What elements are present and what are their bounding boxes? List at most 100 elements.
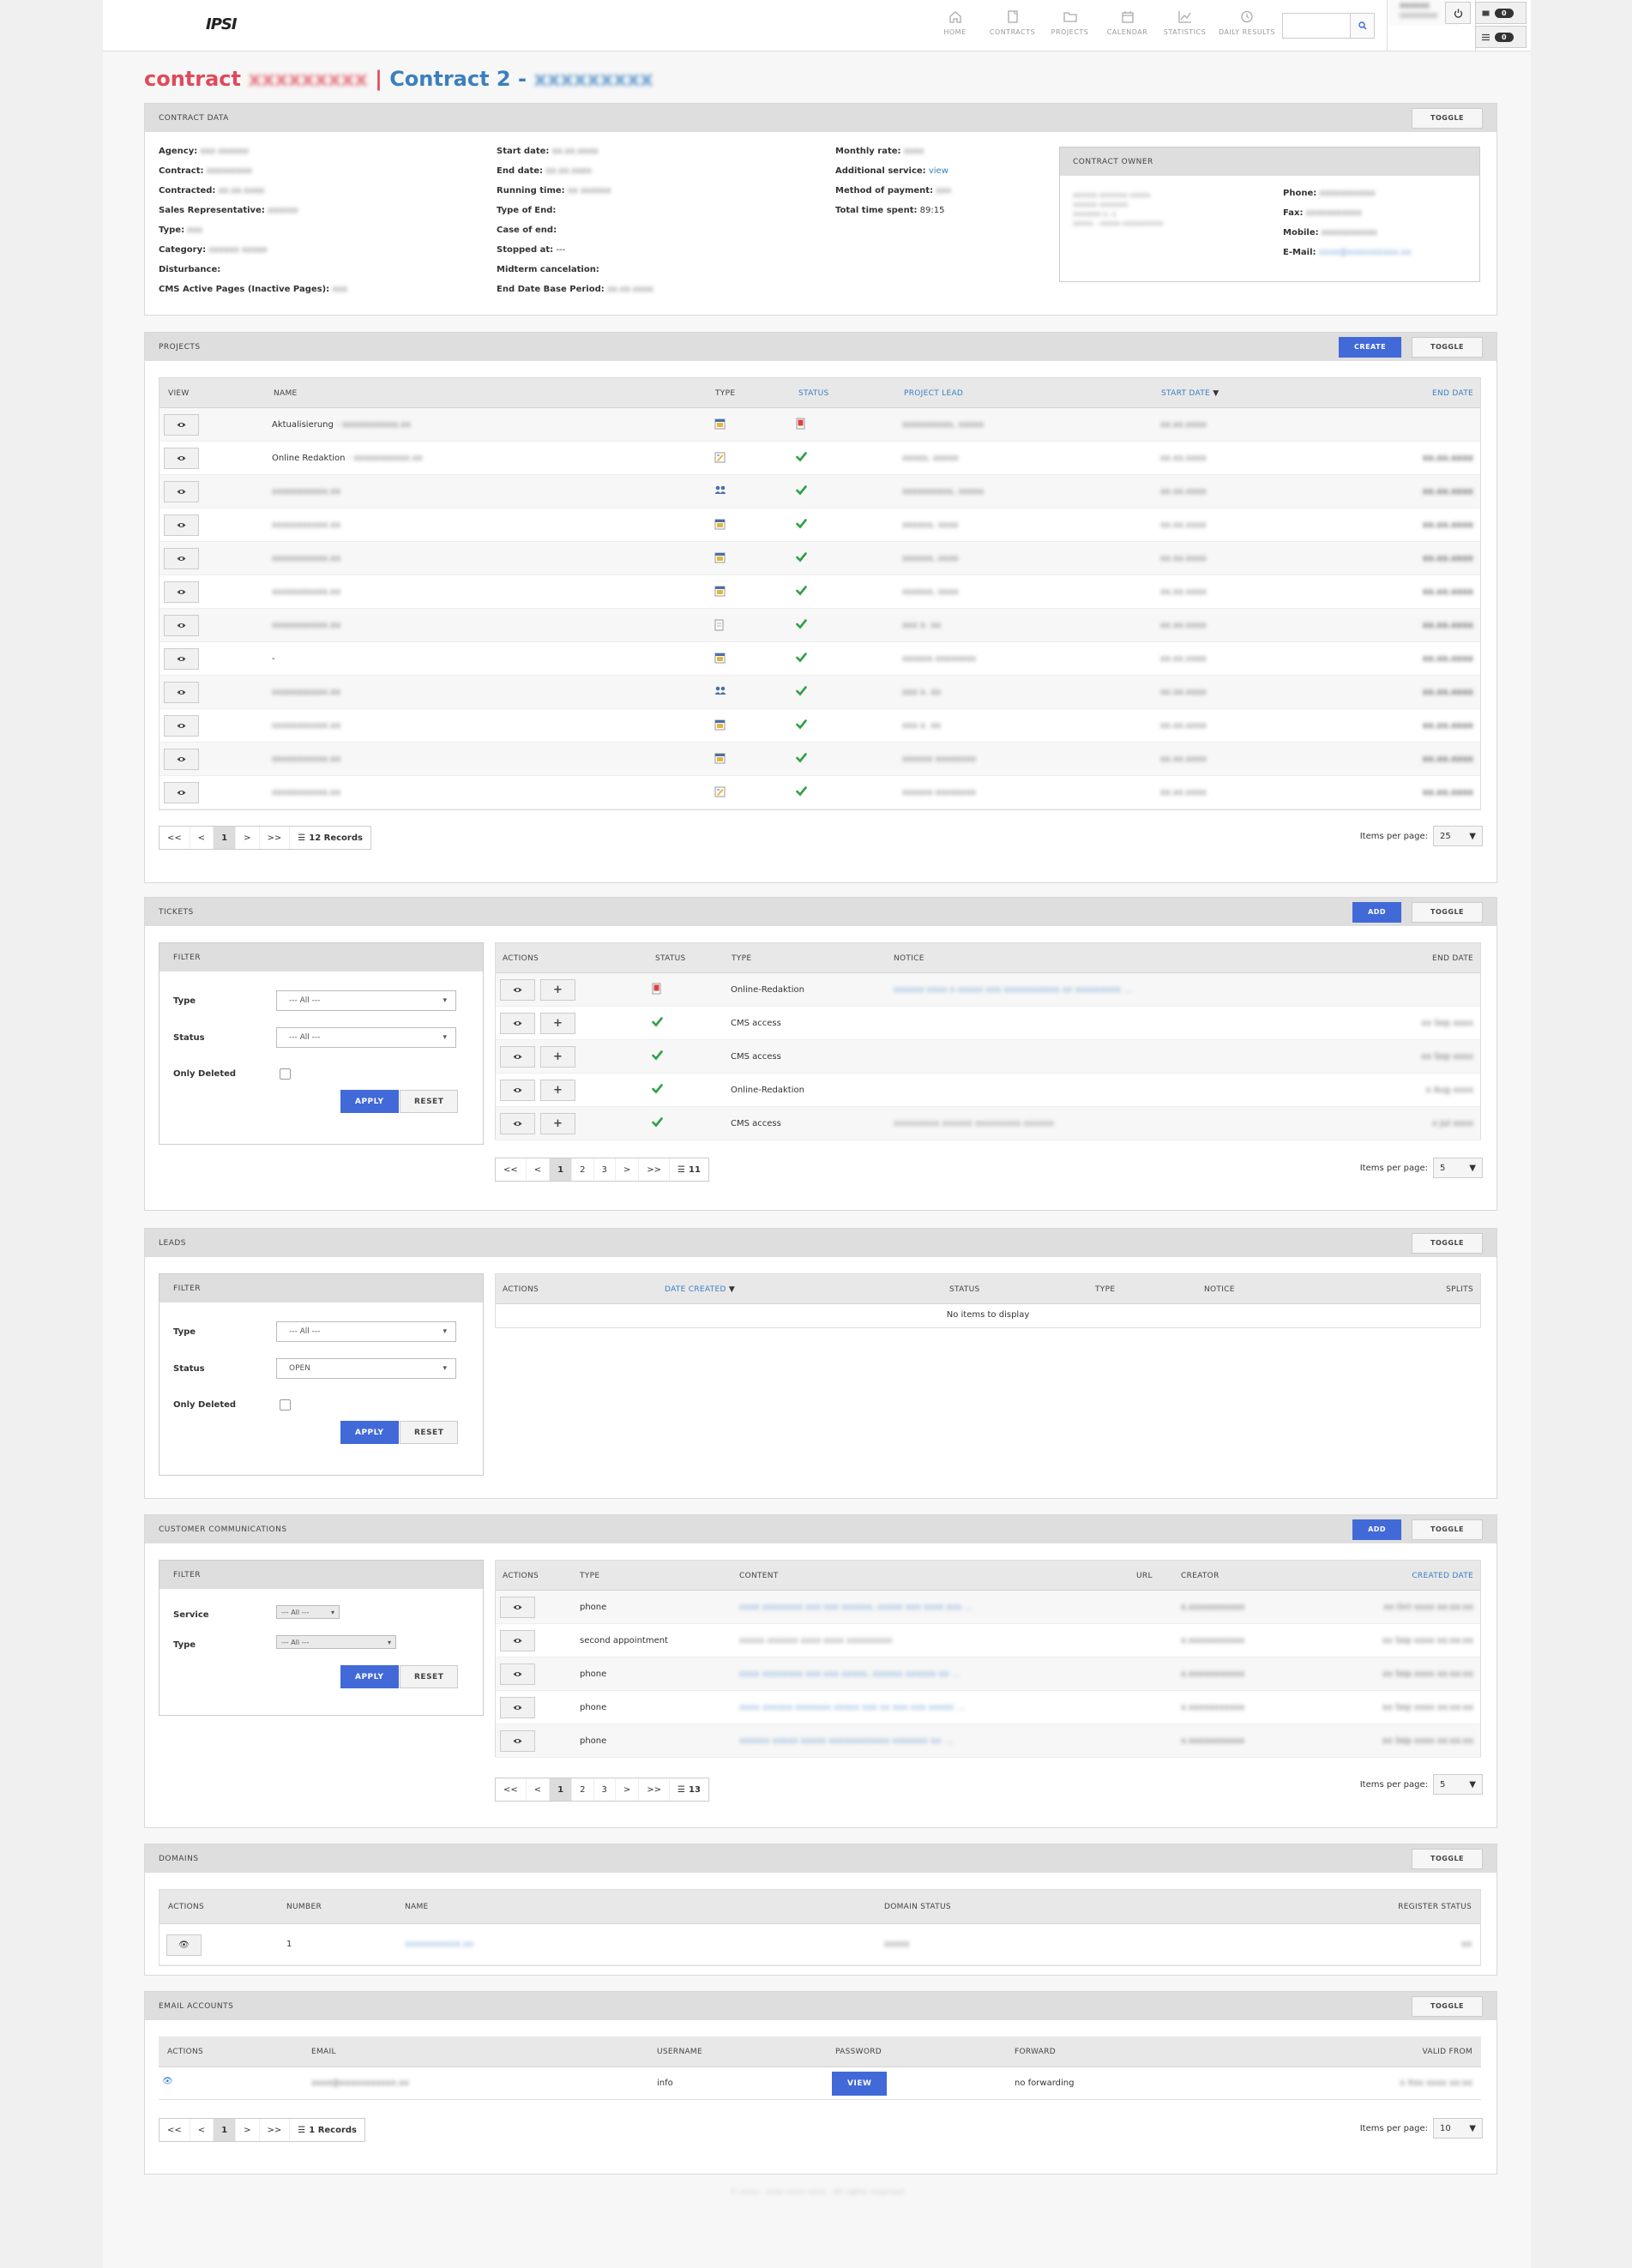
pager-next[interactable]: > — [236, 827, 260, 849]
view-button[interactable] — [164, 414, 199, 436]
service-select[interactable]: --- All --- ▾ — [276, 1605, 340, 1619]
pager-prev[interactable]: < — [190, 2119, 214, 2141]
pager-first[interactable]: << — [496, 1158, 527, 1181]
project-name[interactable]: xxxxxxxxxxx.xx — [272, 688, 340, 697]
view-button[interactable] — [500, 1730, 535, 1752]
only-deleted-checkbox[interactable] — [280, 1068, 291, 1080]
pager-next[interactable]: > — [616, 1158, 640, 1181]
view-button[interactable] — [500, 1046, 535, 1068]
pager-last[interactable]: >> — [639, 1778, 671, 1801]
view-button[interactable] — [500, 1080, 535, 1101]
project-name[interactable]: xxxxxxxxxxx.xx — [272, 587, 340, 597]
items-per-page-select[interactable]: 10 ▼ — [1433, 2118, 1483, 2139]
view-button[interactable] — [164, 648, 199, 670]
toggle-button[interactable]: TOGGLE — [1412, 1848, 1483, 1869]
add-button[interactable]: + — [540, 1113, 575, 1134]
view-button[interactable] — [164, 581, 199, 603]
pager-page-2[interactable]: 2 — [572, 1778, 594, 1801]
view-button[interactable] — [164, 615, 199, 636]
comm-content[interactable]: xxxx xxxxxx xxxxxxx xxxxx xxx xx xxx xxx… — [739, 1703, 965, 1712]
pager-prev[interactable]: < — [527, 1778, 551, 1801]
reset-button[interactable]: RESET — [400, 1665, 459, 1688]
nav-statistics[interactable]: STATISTICS — [1156, 9, 1213, 45]
tasks-button[interactable]: 0 — [1475, 26, 1527, 48]
nav-calendar[interactable]: CALENDAR — [1099, 9, 1156, 45]
view-button[interactable] — [500, 1630, 535, 1651]
toggle-button[interactable]: TOGGLE — [1412, 1995, 1483, 2017]
search-input[interactable] — [1282, 13, 1351, 39]
status-select[interactable]: --- All --- ▾ — [276, 1027, 456, 1048]
col-project-lead[interactable]: PROJECT LEAD — [904, 389, 963, 398]
apply-button[interactable]: APPLY — [340, 1421, 399, 1444]
pager-page-3[interactable]: 3 — [594, 1778, 616, 1801]
comm-content[interactable]: xxxx xxxxxxxx xxx xxx xxxxx, xxxxxx xxxx… — [739, 1669, 960, 1679]
pager-prev[interactable]: < — [527, 1158, 551, 1181]
comm-content[interactable]: xxxx xxxxxxxx xxx xxx xxxxxx, xxxxx xxx … — [739, 1603, 973, 1612]
reset-button[interactable]: RESET — [400, 1421, 459, 1444]
project-name[interactable]: xxxxxxxxxxx.xx — [272, 755, 340, 764]
view-email-icon[interactable]: 👁 — [162, 2077, 173, 2086]
field-value[interactable]: view — [929, 166, 948, 176]
view-button[interactable] — [164, 481, 199, 502]
pager-prev[interactable]: < — [190, 827, 214, 849]
view-button[interactable] — [500, 1113, 535, 1134]
view-button[interactable] — [500, 1597, 535, 1618]
items-per-page-select[interactable]: 25 ▼ — [1433, 826, 1483, 846]
notifications-button[interactable]: 0 — [1475, 2, 1527, 24]
pager-page-1[interactable]: 1 — [550, 1778, 573, 1801]
view-button[interactable] — [164, 782, 199, 803]
view-button[interactable] — [164, 715, 199, 737]
pager-page-1[interactable]: 1 — [550, 1158, 573, 1181]
view-button[interactable] — [164, 749, 199, 770]
toggle-button[interactable]: TOGGLE — [1412, 1519, 1483, 1540]
type-select[interactable]: --- All --- ▾ — [276, 990, 456, 1011]
field-value[interactable]: xxxx@xxxxxxxxxx.xx — [1319, 248, 1412, 257]
project-name[interactable]: - — [272, 654, 275, 664]
project-name[interactable]: xxxxxxxxxxx.xx — [272, 788, 340, 797]
view-button[interactable] — [164, 514, 199, 536]
add-button[interactable]: + — [540, 1013, 575, 1034]
pager-next[interactable]: > — [236, 2119, 260, 2141]
pager-last[interactable]: >> — [639, 1158, 671, 1181]
project-name[interactable]: xxxxxxxxxxx.xx — [272, 721, 340, 731]
col-start-date[interactable]: START DATE ▼ — [1161, 389, 1219, 398]
pager-last[interactable]: >> — [260, 827, 291, 849]
items-per-page-select[interactable]: 5 ▼ — [1433, 1158, 1483, 1178]
type-select[interactable]: --- All --- ▾ — [276, 1321, 456, 1342]
apply-button[interactable]: APPLY — [340, 1665, 399, 1688]
pager-page-3[interactable]: 3 — [594, 1158, 616, 1181]
pager-next[interactable]: > — [616, 1778, 640, 1801]
project-name[interactable]: xxxxxxxxxxx.xx — [272, 487, 340, 496]
project-name[interactable]: xxxxxxxxxxx.xx — [272, 520, 340, 530]
view-button[interactable] — [164, 448, 199, 469]
nav-projects[interactable]: PROJECTS — [1041, 9, 1099, 45]
pager-page-1[interactable]: 1 — [214, 827, 237, 849]
type-select[interactable]: --- All --- ▾ — [276, 1635, 396, 1649]
view-button[interactable] — [164, 548, 199, 569]
search-button[interactable] — [1351, 13, 1375, 39]
view-button[interactable] — [500, 1013, 535, 1034]
col-status[interactable]: STATUS — [798, 389, 829, 398]
items-per-page-select[interactable]: 5 ▼ — [1433, 1774, 1483, 1795]
pager-first[interactable]: << — [160, 827, 190, 849]
create-project-button[interactable]: CREATE — [1339, 336, 1402, 358]
add-ticket-button[interactable]: ADD — [1352, 901, 1402, 923]
toggle-button[interactable]: TOGGLE — [1412, 901, 1483, 923]
pager-first[interactable]: << — [160, 2119, 190, 2141]
comm-content[interactable]: xxxxxx xxxxx xxxxx xxxxxxxxxxxx xxxxxxx … — [739, 1736, 955, 1746]
toggle-button[interactable]: TOGGLE — [1412, 1232, 1483, 1254]
nav-contracts[interactable]: CONTRACTS — [984, 9, 1041, 45]
reset-button[interactable]: RESET — [400, 1090, 459, 1113]
col-created-date[interactable]: CREATED DATE — [1412, 1572, 1473, 1580]
project-name[interactable]: Aktualisierung - xxxxxxxxxxx.xx — [272, 420, 411, 430]
add-communication-button[interactable]: ADD — [1352, 1519, 1402, 1540]
add-button[interactable]: + — [540, 979, 575, 1001]
add-button[interactable]: + — [540, 1046, 575, 1068]
pager-first[interactable]: << — [496, 1778, 527, 1801]
add-button[interactable]: + — [540, 1080, 575, 1101]
project-name[interactable]: xxxxxxxxxxx.xx — [272, 621, 340, 630]
status-select[interactable]: OPEN ▾ — [276, 1358, 456, 1379]
view-button[interactable] — [500, 1697, 535, 1718]
toggle-button[interactable]: TOGGLE — [1412, 107, 1483, 129]
domain-name[interactable]: xxxxxxxxxxx.xx — [405, 1940, 473, 1949]
